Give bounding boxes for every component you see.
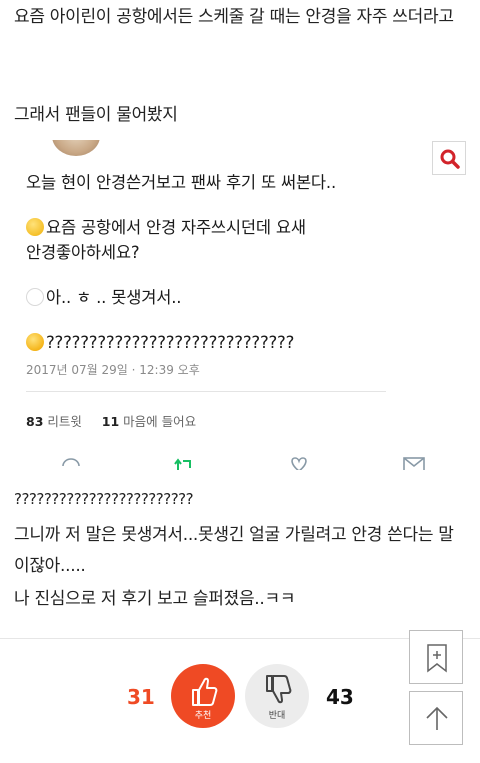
post-paragraph: ???????????????????????? — [14, 490, 194, 508]
scroll-top-button[interactable] — [409, 691, 463, 745]
bookmark-icon — [427, 644, 447, 673]
tweet-stats: 83 리트윗 11 마음에 들어요 — [26, 411, 196, 430]
search-icon — [440, 149, 460, 169]
retweet-label: 리트윗 — [47, 414, 82, 429]
tweet-question: 안경좋아하세요? — [26, 243, 140, 262]
post-paragraph: 나 진심으로 저 후기 보고 슬퍼졌음..ㅋㅋ — [14, 589, 296, 609]
heart-icon — [291, 457, 307, 470]
oppose-label: 반대 — [268, 711, 286, 721]
thumbs-up-icon — [192, 677, 218, 706]
smile-emoji-icon — [26, 218, 44, 236]
search-button — [432, 141, 466, 175]
like-count: 11 — [101, 414, 120, 429]
recommend-label: 추천 — [194, 711, 212, 721]
retweet-count: 83 — [26, 414, 44, 429]
divider — [26, 391, 386, 392]
divider — [0, 638, 480, 639]
rabbit-emoji-icon — [26, 288, 44, 306]
tweet-answer: 아.. ㅎ .. 못생겨서.. — [46, 288, 182, 307]
tweet-line: 오늘 현이 안경쓴거보고 팬싸 후기 또 써본다.. — [26, 173, 336, 192]
bookmark-button[interactable] — [409, 630, 463, 684]
tweet-question: 요즘 공항에서 안경 자주쓰시던데 요새 — [46, 218, 306, 237]
reply-icon — [62, 458, 80, 467]
oppose-button[interactable]: 반대 — [245, 664, 309, 728]
post-paragraph: 그니까 저 말은 못생겨서...못생긴 얼굴 가릴려고 안경 쓴다는 말이잖아.… — [14, 525, 454, 576]
avatar — [52, 140, 100, 156]
message-icon — [403, 457, 425, 470]
like-label: 마음에 들어요 — [123, 414, 197, 429]
tweet-text: 오늘 현이 안경쓴거보고 팬싸 후기 또 써본다.. 요즘 공항에서 안경 자주… — [26, 170, 426, 355]
recommend-button[interactable]: 추천 — [171, 664, 235, 728]
post-paragraph: 그래서 팬들이 물어봤지 — [14, 105, 178, 125]
tweet-date: 2017년 07월 29일 · 12:39 오후 — [26, 363, 200, 377]
thumbs-down-icon — [266, 675, 292, 704]
tweet-reaction: ????????????????????????????? — [46, 333, 295, 352]
retweet-icon — [174, 458, 191, 470]
tweet-actions — [14, 454, 466, 470]
recommend-count: 31 — [127, 685, 155, 709]
oppose-count: 43 — [326, 685, 354, 709]
astonished-emoji-icon — [26, 333, 44, 351]
embedded-tweet-image: 오늘 현이 안경쓴거보고 팬싸 후기 또 써본다.. 요즘 공항에서 안경 자주… — [14, 140, 466, 470]
scroll-top-icon — [426, 706, 448, 730]
post-paragraph: 요즘 아이린이 공항에서든 스케줄 갈 때는 안경을 자주 쓰더라고 — [14, 7, 454, 27]
